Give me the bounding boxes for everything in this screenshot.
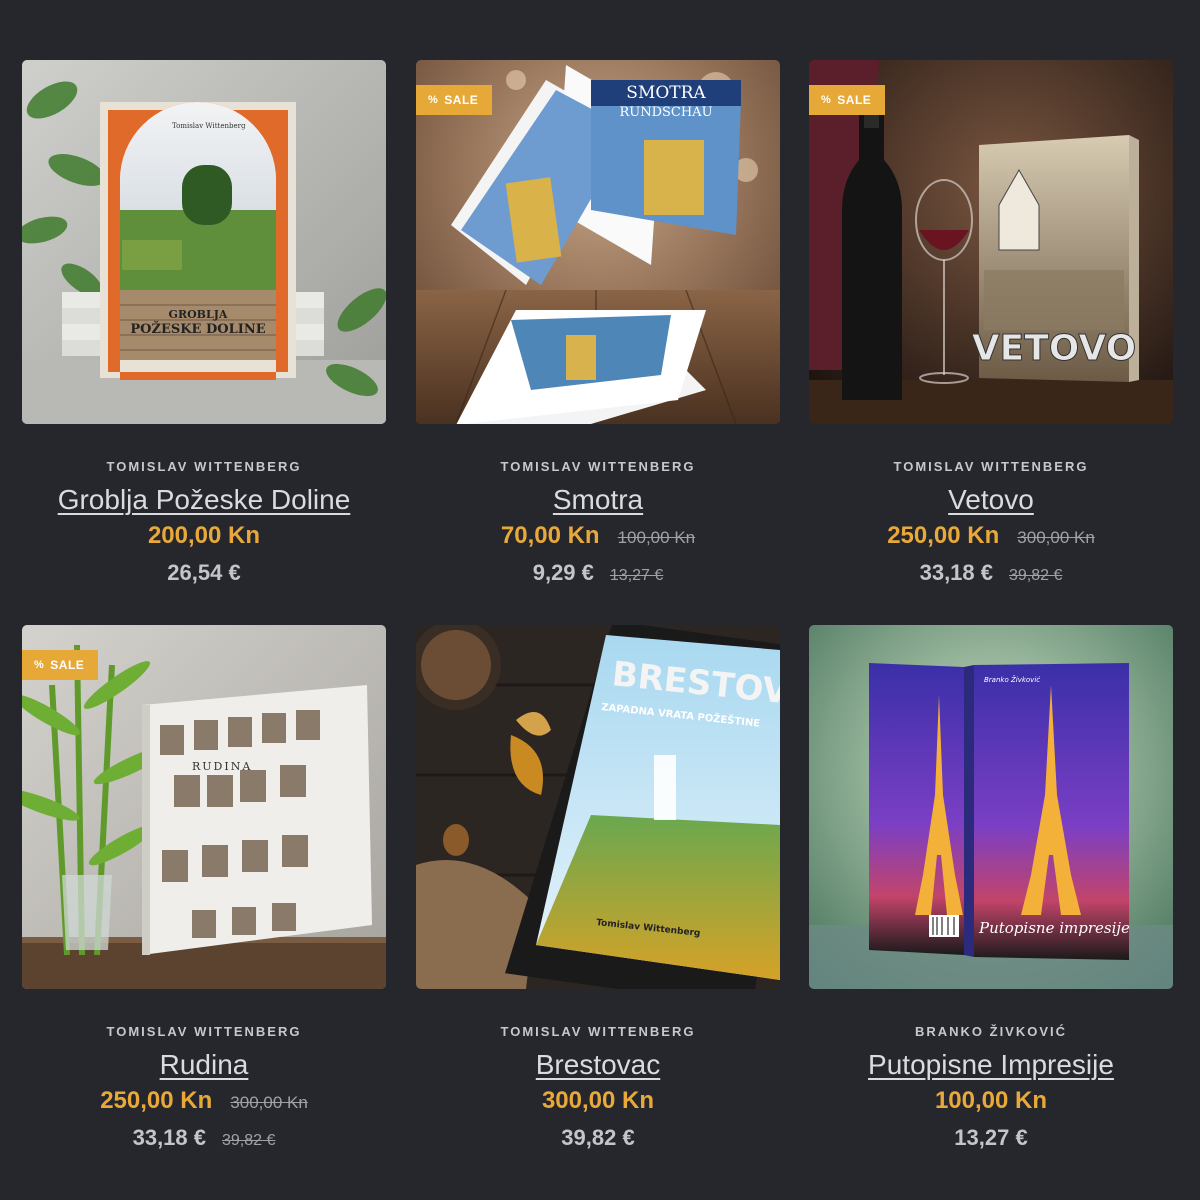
price-kn-row: 200,00 Kn bbox=[22, 522, 386, 550]
product-card: VETOVO % SALE TOMISLAV WITTENBERG Vetovo… bbox=[809, 60, 1173, 590]
product-image: Branko Živković Putopisne impresije bbox=[809, 625, 1173, 989]
price-eur-row: 39,82 € bbox=[416, 1125, 780, 1151]
price-kn: 100,00 Kn bbox=[934, 1087, 1048, 1114]
product-card: RUDINA % SALE TOMISLAV WITTENBERG Rudina… bbox=[22, 625, 386, 1155]
product-image-link[interactable]: Tomislav Wittenberg GROBLJA POŽESKE DOLI… bbox=[22, 60, 386, 424]
price-kn-row: 250,00 Kn 300,00 Kn bbox=[809, 522, 1173, 550]
price-eur: 33,18 € bbox=[132, 1125, 206, 1150]
cover-title: Putopisne impresije bbox=[978, 919, 1130, 937]
old-price-eur: 39,82 € bbox=[222, 1132, 276, 1149]
price-kn: 250,00 Kn bbox=[887, 522, 1000, 549]
product-author: TOMISLAV WITTENBERG bbox=[893, 459, 1089, 474]
cover-author-text: Branko Živković bbox=[984, 675, 1041, 684]
sale-badge-label: SALE bbox=[50, 658, 85, 672]
cover-title: RUDINA bbox=[192, 760, 252, 773]
product-image-link[interactable]: SMOTRA RUNDSCHAU % SALE bbox=[416, 60, 780, 424]
price-kn-row: 70,00 Kn 100,00 Kn bbox=[416, 522, 780, 550]
product-card: SMOTRA RUNDSCHAU % SALE TOMISLAV WITTENB… bbox=[416, 60, 780, 590]
product-title-link[interactable]: Smotra bbox=[416, 484, 780, 516]
product-image-link[interactable]: VETOVO % SALE bbox=[809, 60, 1173, 424]
price-eur: 39,82 € bbox=[561, 1125, 635, 1150]
product-image-link[interactable]: RUDINA % SALE bbox=[22, 625, 386, 989]
price-kn-row: 250,00 Kn 300,00 Kn bbox=[22, 1087, 386, 1115]
sale-badge: % SALE bbox=[809, 85, 886, 115]
price-kn: 70,00 Kn bbox=[500, 522, 600, 549]
product-image: Tomislav Wittenberg GROBLJA POŽESKE DOLI… bbox=[22, 60, 386, 424]
old-price-kn: 100,00 Kn bbox=[617, 528, 696, 547]
price-eur-row: 26,54 € bbox=[22, 560, 386, 586]
old-price-eur: 39,82 € bbox=[1009, 567, 1063, 584]
price-eur-row: 13,27 € bbox=[809, 1125, 1173, 1151]
product-image-link[interactable]: BRESTOVAC ZAPADNA VRATA POŽEŠTINE Tomisl… bbox=[416, 625, 780, 989]
old-price-eur: 13,27 € bbox=[609, 567, 664, 584]
price-eur: 13,27 € bbox=[954, 1125, 1028, 1150]
product-title-link[interactable]: Vetovo bbox=[809, 484, 1173, 516]
price-eur: 26,54 € bbox=[167, 560, 241, 585]
product-author: TOMISLAV WITTENBERG bbox=[500, 459, 696, 474]
product-image: BRESTOVAC ZAPADNA VRATA POŽEŠTINE Tomisl… bbox=[416, 625, 780, 989]
cover-title-line2: POŽESKE DOLINE bbox=[130, 321, 265, 337]
product-author: TOMISLAV WITTENBERG bbox=[106, 459, 302, 474]
product-image-link[interactable]: Branko Živković Putopisne impresije bbox=[809, 625, 1173, 989]
price-kn: 200,00 Kn bbox=[147, 522, 261, 549]
percent-icon: % bbox=[34, 659, 45, 671]
sale-badge-label: SALE bbox=[444, 93, 479, 107]
percent-icon: % bbox=[428, 94, 439, 106]
product-card: Branko Živković Putopisne impresije BRAN… bbox=[809, 625, 1173, 1155]
cover-subtitle: RUNDSCHAU bbox=[619, 105, 712, 120]
price-eur-row: 33,18 € 39,82 € bbox=[809, 560, 1173, 586]
product-title-link[interactable]: Putopisne Impresije bbox=[809, 1049, 1173, 1081]
product-title-link[interactable]: Rudina bbox=[22, 1049, 386, 1081]
product-title-link[interactable]: Groblja Požeske Doline bbox=[22, 484, 386, 516]
cover-author-text: Tomislav Wittenberg bbox=[172, 122, 246, 130]
price-kn-row: 300,00 Kn bbox=[416, 1087, 780, 1115]
product-grid: Tomislav Wittenberg GROBLJA POŽESKE DOLI… bbox=[0, 0, 1200, 1200]
price-eur-row: 9,29 € 13,27 € bbox=[416, 560, 780, 586]
cover-title: SMOTRA bbox=[626, 83, 706, 103]
product-card: Tomislav Wittenberg GROBLJA POŽESKE DOLI… bbox=[22, 60, 386, 590]
product-card: BRESTOVAC ZAPADNA VRATA POŽEŠTINE Tomisl… bbox=[416, 625, 780, 1155]
product-title-link[interactable]: Brestovac bbox=[416, 1049, 780, 1081]
price-eur: 33,18 € bbox=[919, 560, 993, 585]
percent-icon: % bbox=[821, 94, 832, 106]
sale-badge: % SALE bbox=[416, 85, 493, 115]
sale-badge-label: SALE bbox=[837, 93, 872, 107]
price-kn-row: 100,00 Kn bbox=[809, 1087, 1173, 1115]
old-price-kn: 300,00 Kn bbox=[230, 1093, 308, 1112]
product-author: TOMISLAV WITTENBERG bbox=[106, 1024, 302, 1039]
price-kn: 300,00 Kn bbox=[541, 1087, 655, 1114]
cover-title: VETOVO bbox=[972, 328, 1136, 369]
cover-title-line1: GROBLJA bbox=[169, 308, 228, 321]
sale-badge: % SALE bbox=[22, 650, 99, 680]
product-author: BRANKO ŽIVKOVIĆ bbox=[914, 1024, 1068, 1039]
price-eur-row: 33,18 € 39,82 € bbox=[22, 1125, 386, 1151]
product-author: TOMISLAV WITTENBERG bbox=[500, 1024, 696, 1039]
old-price-kn: 300,00 Kn bbox=[1017, 528, 1095, 547]
price-eur: 9,29 € bbox=[532, 560, 594, 585]
price-kn: 250,00 Kn bbox=[100, 1087, 213, 1114]
